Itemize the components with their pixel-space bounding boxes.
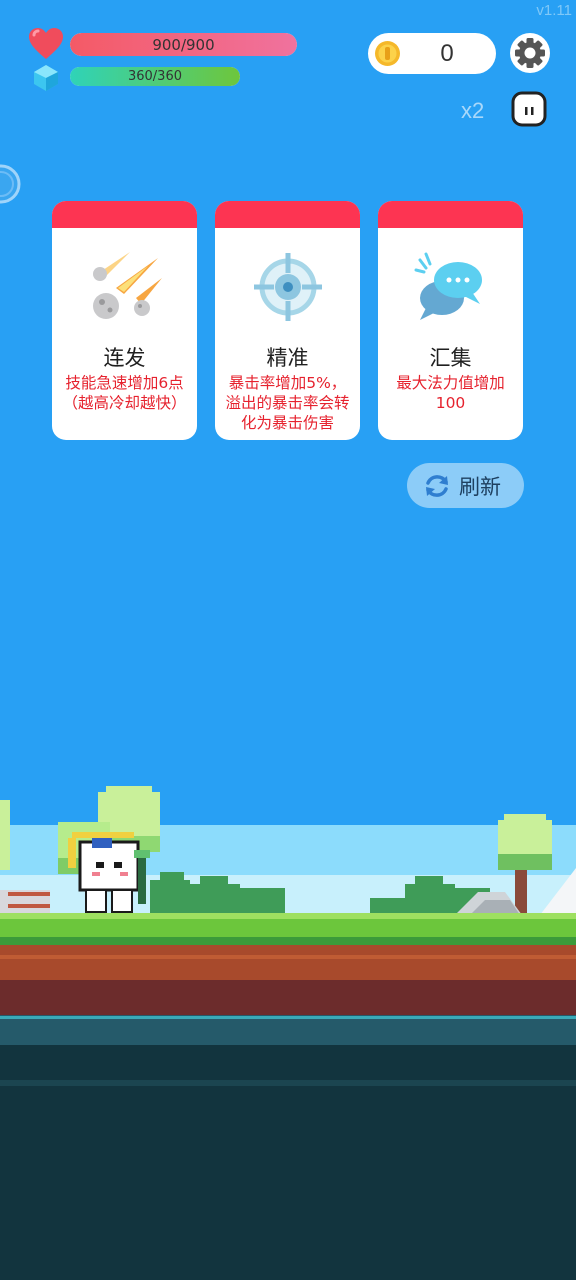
- card-title: 连发: [103, 346, 146, 370]
- meteor-icon: [93, 252, 162, 319]
- hp-value: 900/900: [152, 35, 215, 54]
- skill-card-3[interactable]: 汇集 最大法力值增加100: [378, 201, 523, 440]
- heart-icon: [29, 28, 63, 59]
- card-title: 精准: [266, 346, 309, 370]
- refresh-icon: [426, 475, 448, 497]
- mp-value: 360/360: [127, 69, 182, 84]
- card-header: [215, 201, 360, 228]
- mana-crystal-icon: [34, 65, 58, 91]
- water: [0, 1015, 576, 1045]
- coin-icon: [375, 41, 400, 66]
- side-ring-button[interactable]: [0, 163, 22, 205]
- version-label: v1.11: [536, 2, 572, 19]
- refresh-button[interactable]: 刷新: [407, 463, 524, 508]
- refresh-label: 刷新: [459, 474, 501, 499]
- coin-value: 0: [440, 39, 454, 67]
- crosshair-icon: [254, 253, 322, 321]
- card-header: [52, 201, 197, 228]
- card-description: 暴击率增加5%，溢出的暴击率会转化为暴击伤害: [225, 374, 350, 432]
- card-header: [378, 201, 523, 228]
- mp-bar: 360/360: [70, 67, 240, 86]
- chat-bubbles-icon: [414, 252, 482, 320]
- coin-counter: 0: [368, 33, 496, 74]
- settings-button[interactable]: [510, 33, 550, 73]
- game-scene: [0, 786, 576, 1280]
- ghost-pet-button[interactable]: [510, 90, 548, 128]
- card-description: 最大法力值增加100: [396, 374, 505, 412]
- skill-card-2[interactable]: 精准 暴击率增加5%，溢出的暴击率会转化为暴击伤害: [215, 201, 360, 440]
- card-description: 技能急速增加6点（越高冷却越快）: [62, 374, 187, 412]
- skill-card-1[interactable]: 连发 技能急速增加6点（越高冷却越快）: [52, 201, 197, 440]
- card-title: 汇集: [429, 346, 472, 370]
- hp-bar: 900/900: [70, 33, 297, 56]
- gear-icon: [515, 38, 545, 68]
- tree-edge: [0, 800, 10, 870]
- speed-toggle[interactable]: x2: [461, 98, 484, 124]
